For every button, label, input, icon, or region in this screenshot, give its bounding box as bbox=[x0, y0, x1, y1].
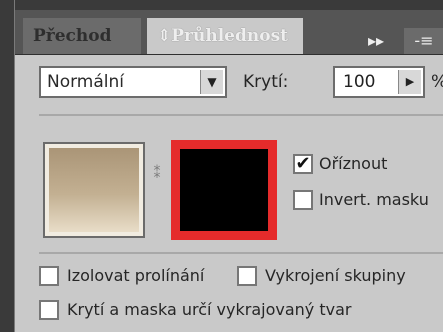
invert-mask-checkbox[interactable] bbox=[293, 190, 313, 210]
clip-checkbox[interactable]: ✔ bbox=[293, 154, 313, 174]
top-strip bbox=[15, 0, 443, 10]
isolate-blending-checkbox[interactable] bbox=[39, 266, 59, 286]
link-icon[interactable]: ⁑ bbox=[151, 167, 163, 204]
tab-transparency[interactable]: ⇕Průhlednost bbox=[147, 18, 303, 54]
divider bbox=[39, 114, 443, 116]
sort-arrows-icon: ⇕ bbox=[157, 26, 172, 46]
opacity-unit: % bbox=[431, 72, 443, 92]
blend-mode-select[interactable]: Normální ▼ bbox=[39, 66, 227, 98]
transparency-panel: Přechod ⇕Průhlednost ▸▸ -≡ Normální ▼ Kr… bbox=[14, 0, 443, 332]
opacity-mask-knockout-checkbox[interactable] bbox=[39, 300, 59, 320]
invert-mask-label: Invert. masku bbox=[319, 190, 429, 209]
chevron-down-icon[interactable]: ▼ bbox=[200, 70, 223, 94]
mask-preview bbox=[180, 149, 268, 231]
opacity-input[interactable]: 100 ▶ bbox=[333, 66, 425, 98]
opacity-value: 100 bbox=[343, 72, 376, 92]
tab-bar: Přechod ⇕Průhlednost ▸▸ -≡ bbox=[15, 10, 443, 55]
tab-gradient[interactable]: Přechod bbox=[23, 18, 141, 54]
mask-thumbnail[interactable] bbox=[171, 140, 277, 240]
isolate-blending-label: Izolovat prolínání bbox=[67, 266, 205, 285]
panel-menu-icon[interactable]: -≡ bbox=[404, 28, 443, 54]
artwork-preview bbox=[49, 148, 139, 232]
opacity-label: Krytí: bbox=[243, 72, 289, 92]
opacity-stepper-icon[interactable]: ▶ bbox=[398, 70, 421, 94]
divider bbox=[39, 252, 443, 254]
artwork-thumbnail[interactable] bbox=[43, 142, 145, 238]
knockout-group-label: Vykrojení skupiny bbox=[265, 266, 406, 285]
knockout-group-checkbox[interactable] bbox=[237, 266, 257, 286]
opacity-mask-knockout-label: Krytí a maska určí vykrajovaný tvar bbox=[67, 300, 352, 319]
clip-label: Oříznout bbox=[319, 154, 388, 173]
blend-mode-value: Normální bbox=[47, 72, 125, 92]
tab-transparency-label: Průhlednost bbox=[171, 26, 288, 46]
collapse-icon[interactable]: ▸▸ bbox=[361, 30, 391, 52]
